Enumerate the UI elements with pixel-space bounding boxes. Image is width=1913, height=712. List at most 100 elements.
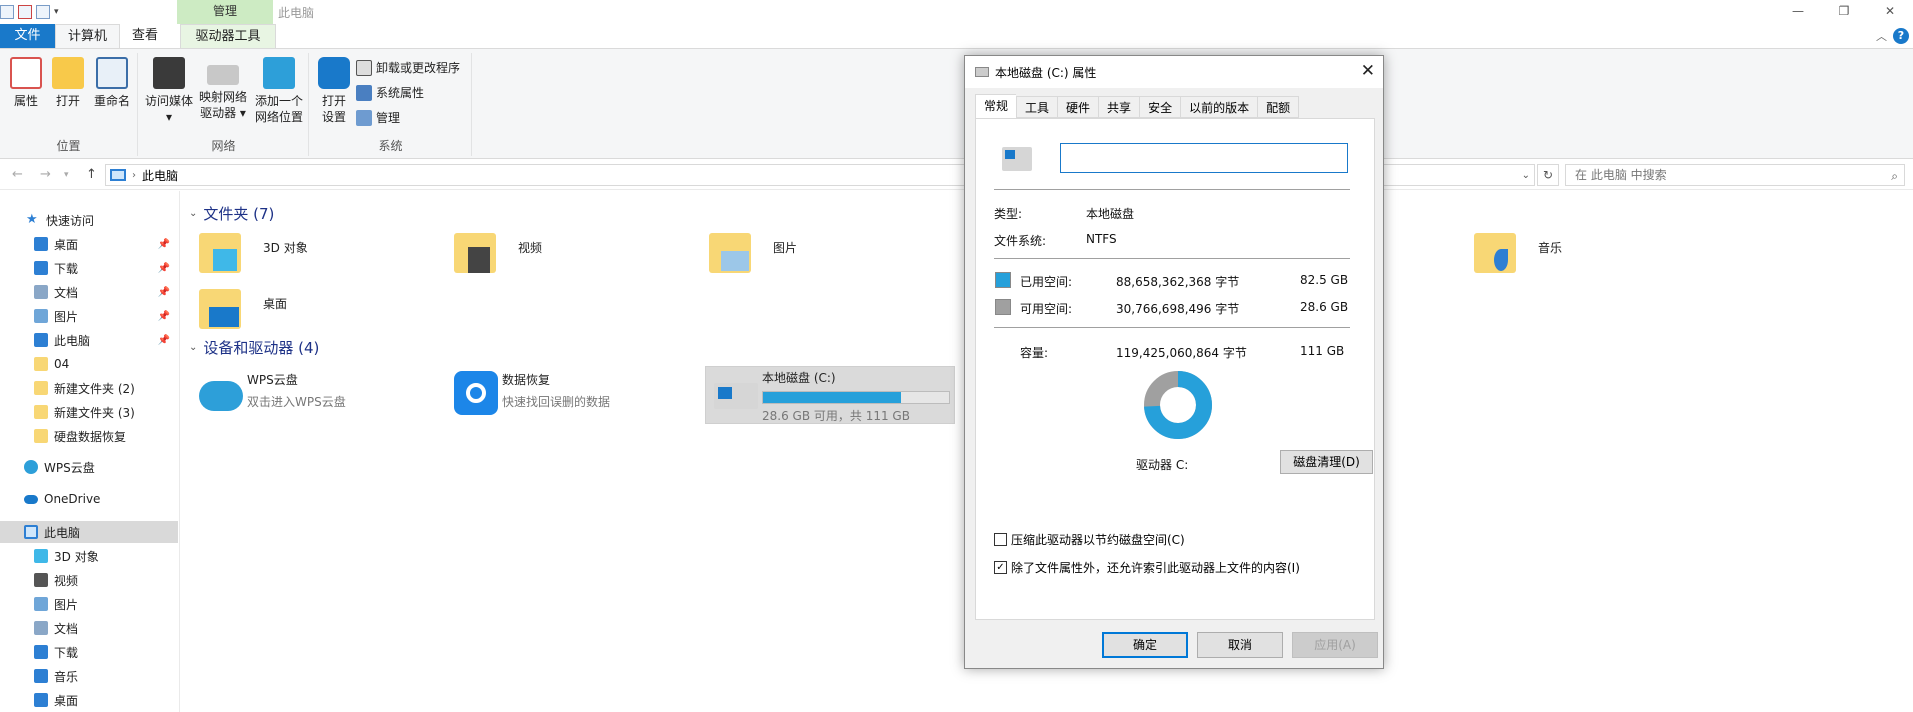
sidebar-item[interactable]: 图片 📌: [0, 305, 178, 327]
sidebar-item[interactable]: 新建文件夹 (3): [0, 401, 178, 423]
section-devices[interactable]: ⌄ 设备和驱动器 (4): [189, 337, 319, 358]
tab-view[interactable]: 查看: [120, 24, 170, 48]
access-media-button[interactable]: 访问媒体 ▾: [143, 55, 195, 125]
pin-icon[interactable]: 📌: [158, 311, 170, 322]
cancel-button[interactable]: 取消: [1197, 632, 1283, 658]
up-icon[interactable]: ↑: [86, 167, 97, 182]
tab-drive-tools[interactable]: 驱动器工具: [180, 24, 277, 49]
map-network-drive-button[interactable]: 映射网络 驱动器 ▾: [197, 55, 249, 121]
group-label-location: 位置: [56, 139, 81, 153]
device-data-recovery[interactable]: 数据恢复 快速找回误删的数据: [446, 363, 696, 421]
tab-computer[interactable]: 计算机: [55, 24, 121, 49]
new-folder-icon[interactable]: [36, 5, 50, 19]
folder-pictures[interactable]: 图片: [701, 229, 951, 279]
open-settings-button[interactable]: 打开 设置: [316, 55, 352, 125]
sidebar-item[interactable]: 桌面 📌: [0, 233, 178, 255]
sidebar-item[interactable]: 下载: [0, 641, 178, 663]
sidebar-item[interactable]: 硬盘数据恢复: [0, 425, 178, 447]
help-icon[interactable]: ?: [1893, 28, 1909, 44]
sidebar-item[interactable]: 下载 📌: [0, 257, 178, 279]
sidebar-item[interactable]: 此电脑 📌: [0, 329, 178, 351]
folder-music[interactable]: 音乐: [1466, 229, 1716, 279]
forward-icon[interactable]: →: [40, 167, 51, 182]
device-local-disk-c[interactable]: 本地磁盘 (C:) 28.6 GB 可用，共 111 GB: [705, 366, 955, 424]
sidebar-item[interactable]: 视频: [0, 569, 178, 591]
section-folders[interactable]: ⌄ 文件夹 (7): [189, 203, 274, 224]
sidebar-item[interactable]: 桌面: [0, 689, 178, 711]
pin-icon[interactable]: 📌: [158, 239, 170, 250]
tab-general[interactable]: 常规: [975, 94, 1017, 118]
pin-icon[interactable]: 📌: [158, 263, 170, 274]
gear-icon: [318, 57, 350, 89]
data-recovery-icon: [454, 371, 498, 415]
compress-checkbox[interactable]: 压缩此驱动器以节约磁盘空间(C): [994, 531, 1185, 548]
collapse-chevron-icon[interactable]: ⌄: [189, 342, 197, 353]
sidebar-item[interactable]: 04: [0, 353, 178, 375]
system-properties-button[interactable]: 系统属性: [356, 84, 424, 101]
sidebar-item-label: 下载: [54, 645, 79, 660]
folder-name: 视频: [518, 241, 543, 255]
breadcrumb-chevron-icon[interactable]: ›: [132, 170, 136, 181]
star-icon: ★: [26, 212, 38, 227]
ok-button[interactable]: 确定: [1102, 632, 1188, 658]
back-icon[interactable]: ←: [12, 167, 23, 182]
tab-security[interactable]: 安全: [1139, 96, 1181, 118]
rename-button[interactable]: 重命名: [90, 55, 134, 109]
properties-icon[interactable]: [18, 5, 32, 19]
sidebar-item-wps[interactable]: WPS云盘: [0, 456, 178, 478]
tab-quota[interactable]: 配额: [1257, 96, 1300, 118]
sidebar-item-quick-access[interactable]: ★ 快速访问: [0, 209, 178, 231]
folder-3d-objects[interactable]: 3D 对象: [191, 229, 441, 279]
checkbox-box[interactable]: [994, 533, 1007, 546]
sidebar-item[interactable]: 新建文件夹 (2): [0, 377, 178, 399]
checkbox-box[interactable]: ✓: [994, 561, 1007, 574]
search-input[interactable]: 在 此电脑 中搜索 ⌕: [1565, 164, 1905, 186]
restore-button[interactable]: ❐: [1821, 0, 1867, 24]
qat-dropdown-icon[interactable]: ▾: [54, 7, 59, 17]
index-checkbox[interactable]: ✓ 除了文件属性外，还允许索引此驱动器上文件的内容(I): [994, 559, 1300, 576]
free-space-bytes: 30,766,698,496 字节: [1116, 302, 1240, 316]
sidebar-item-onedrive[interactable]: OneDrive: [0, 488, 178, 510]
uninstall-icon: [356, 59, 372, 76]
tab-sharing[interactable]: 共享: [1098, 96, 1140, 118]
sidebar-item[interactable]: 音乐: [0, 665, 178, 687]
uninstall-button[interactable]: 卸载或更改程序: [356, 59, 460, 76]
disk-cleanup-button[interactable]: 磁盘清理(D): [1280, 450, 1373, 474]
sidebar-item[interactable]: 图片: [0, 593, 178, 615]
close-icon[interactable]: ✕: [1361, 61, 1375, 81]
sidebar-item-label: 3D 对象: [54, 549, 99, 564]
pin-icon[interactable]: 📌: [158, 287, 170, 298]
add-network-location-button[interactable]: 添加一个 网络位置: [251, 55, 307, 125]
rename-icon: [96, 57, 128, 89]
folder-videos[interactable]: 视频: [446, 229, 696, 279]
general-tab-page: 类型: 本地磁盘 文件系统: NTFS 已用空间: 88,658,362,368…: [975, 118, 1375, 620]
address-dropdown-icon[interactable]: ⌄: [1522, 170, 1530, 181]
breadcrumb-this-pc[interactable]: 此电脑: [142, 167, 178, 184]
sidebar-item[interactable]: 文档: [0, 617, 178, 639]
ribbon-collapse-icon[interactable]: ︿: [1876, 28, 1887, 44]
tab-previous-versions[interactable]: 以前的版本: [1180, 96, 1258, 118]
close-button[interactable]: ✕: [1867, 0, 1913, 24]
sidebar-item[interactable]: 3D 对象: [0, 545, 178, 567]
collapse-chevron-icon[interactable]: ⌄: [189, 208, 197, 219]
open-button[interactable]: 打开: [48, 55, 88, 109]
drive-name-input[interactable]: [1060, 143, 1348, 173]
pc-icon[interactable]: [0, 5, 14, 19]
recent-dropdown-icon[interactable]: ▾: [64, 170, 69, 180]
sidebar-item[interactable]: 文档 📌: [0, 281, 178, 303]
tab-tools[interactable]: 工具: [1016, 96, 1058, 118]
pin-icon[interactable]: 📌: [158, 335, 170, 346]
minimize-button[interactable]: —: [1775, 0, 1821, 24]
tab-hardware[interactable]: 硬件: [1057, 96, 1099, 118]
group-label-system: 系统: [378, 139, 403, 153]
tab-file[interactable]: 文件: [0, 24, 55, 48]
device-wps-cloud[interactable]: WPS云盘 双击进入WPS云盘: [191, 363, 441, 421]
properties-button[interactable]: 属性: [6, 55, 46, 109]
manage-button[interactable]: 管理: [356, 109, 400, 126]
system-properties-label: 系统属性: [376, 86, 425, 100]
folder-desktop[interactable]: 桌面: [191, 285, 441, 335]
quick-access-toolbar: ▾: [0, 3, 59, 21]
sidebar-item-this-pc[interactable]: 此电脑: [0, 521, 178, 543]
refresh-icon[interactable]: ↻: [1537, 164, 1559, 186]
apply-button[interactable]: 应用(A): [1292, 632, 1378, 658]
